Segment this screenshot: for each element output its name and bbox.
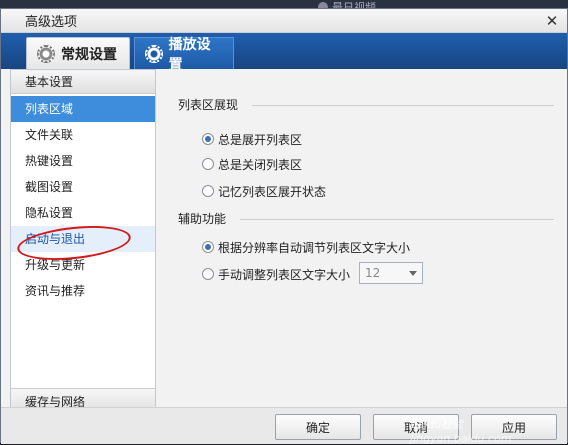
sidebar-item-file-association[interactable]: 文件关联 [11, 122, 155, 148]
radio-icon [202, 185, 214, 197]
option-label: 总是关闭列表区 [218, 157, 303, 172]
tab-playback-settings[interactable]: 播放设置 [134, 37, 234, 73]
dialog-titlebar[interactable]: 高级选项 ✕ [1, 9, 567, 33]
option-label: 根据分辨率自动调节列表区文字大小 [218, 240, 411, 255]
sidebar-item-startup-exit[interactable]: 启动与退出 [11, 226, 155, 252]
sidebar-item-list-area[interactable]: 列表区域 [11, 96, 155, 122]
sidebar-item-hotkeys[interactable]: 热键设置 [11, 148, 155, 174]
radio-manual-font-size[interactable]: 手动调整列表区文字大小 [202, 265, 350, 283]
option-label: 记忆列表区展开状态 [218, 184, 327, 199]
tab-playback-label: 播放设置 [168, 36, 211, 73]
watermark-text: Baidu经验 jingyan.baidu.com [410, 418, 512, 445]
radio-icon [202, 158, 214, 170]
section-divider [252, 105, 554, 106]
radio-auto-font-size[interactable]: 根据分辨率自动调节列表区文字大小 [202, 238, 410, 256]
sidebar-item-privacy[interactable]: 隐私设置 [11, 200, 155, 226]
option-label: 总是展开列表区 [218, 132, 303, 147]
ok-button[interactable]: 确定 [275, 414, 361, 440]
section-title-assist: 辅助功能 [178, 212, 227, 226]
sidebar-header-basic-settings[interactable]: 基本设置 [11, 70, 155, 94]
radio-icon [202, 268, 214, 280]
settings-sidebar: 基本设置 列表区域 文件关联 热键设置 截图设置 隐私设置 启动与退出 升级与更… [10, 69, 156, 415]
section-title-list-display: 列表区展现 [178, 98, 239, 112]
advanced-options-dialog: 高级选项 ✕ 常规设置 播放设置 基本设置 列表区域 文件关联 热键设置 截图设… [0, 8, 568, 444]
section-divider [240, 219, 554, 220]
font-size-select[interactable]: 12 [359, 262, 423, 284]
radio-always-collapse[interactable]: 总是关闭列表区 [202, 155, 302, 173]
sidebar-item-screenshot[interactable]: 截图设置 [11, 174, 155, 200]
font-size-value: 12 [365, 266, 381, 280]
radio-remember-state[interactable]: 记忆列表区展开状态 [202, 182, 326, 200]
radio-icon [202, 241, 214, 253]
dialog-title: 高级选项 [25, 15, 78, 30]
playback-gear-icon [145, 44, 163, 63]
radio-always-expand[interactable]: 总是展开列表区 [202, 130, 302, 148]
settings-content-panel: 列表区展现 总是展开列表区 总是关闭列表区 记忆列表区展开状态 辅助功能 根据分… [156, 69, 566, 415]
sidebar-item-news[interactable]: 资讯与推荐 [11, 278, 155, 304]
close-icon[interactable]: ✕ [543, 12, 561, 30]
gear-icon [37, 44, 55, 63]
chevron-down-icon [409, 270, 417, 276]
radio-icon [202, 133, 214, 145]
tab-general-settings[interactable]: 常规设置 [26, 37, 130, 69]
sidebar-item-upgrade[interactable]: 升级与更新 [11, 252, 155, 278]
tab-general-label: 常规设置 [61, 46, 117, 63]
option-label: 手动调整列表区文字大小 [218, 267, 351, 282]
tab-bar: 常规设置 播放设置 [1, 33, 567, 73]
